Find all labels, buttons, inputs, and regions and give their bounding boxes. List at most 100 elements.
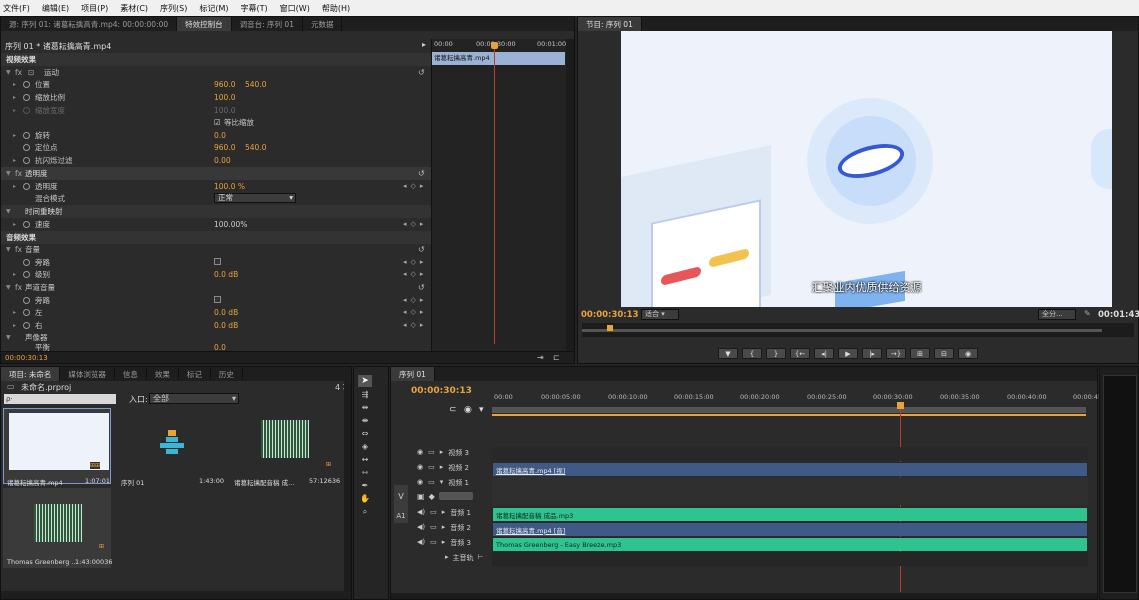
work-area-bar[interactable] [492,414,1086,416]
speaker-icon[interactable]: ◀) [417,538,425,548]
reset-icon[interactable]: ↺ [418,68,425,77]
timeline-hscroll[interactable] [391,593,1097,599]
tab-markers[interactable]: 标记 [179,367,211,381]
keyframe-nav-icon[interactable]: ◂◇▸ [403,296,427,304]
keyframe-nav-icon[interactable]: ◂◇▸ [403,270,427,278]
audio-clip-3[interactable]: Thomas Greenberg - Easy Breeze.mp3 [493,538,1087,551]
stopwatch-icon[interactable] [23,143,30,151]
row-panner-header[interactable]: ▼ 声像器 [1,331,431,344]
row-time-remap[interactable]: ▼ 时间重映射 [1,205,431,218]
keyframe-nav-icon[interactable]: ◂◇▸ [403,308,427,316]
menu-window[interactable]: 窗口(W) [280,3,310,14]
program-scrubber[interactable] [582,323,1134,337]
tab-history[interactable]: 历史 [211,367,243,381]
tab-effects[interactable]: 效果 [147,367,179,381]
slip-tool-icon[interactable]: ↔ [358,454,372,466]
fit-select[interactable]: 适合 ▾ [641,309,679,320]
keyframe-selector[interactable] [438,492,473,500]
eye-icon[interactable]: ◉ [417,478,423,488]
scale-value[interactable]: 100.0 [214,93,235,102]
export-frame-button[interactable]: ◉ [958,348,978,359]
right-value[interactable]: 0.0 dB [214,321,238,330]
menu-title[interactable]: 字幕(T) [241,3,268,14]
lock-icon[interactable]: ▭ [430,508,437,518]
lock-icon[interactable]: ▭ [430,538,437,548]
add-marker-icon[interactable]: ▾ [479,405,484,415]
selection-tool-icon[interactable]: ➤ [358,375,372,387]
resolution-select[interactable]: 全分... [1038,309,1076,320]
menu-sequence[interactable]: 序列(S) [160,3,187,14]
mark-out-button[interactable]: } [766,348,786,359]
stopwatch-icon[interactable] [23,93,30,101]
project-item[interactable] [116,408,224,484]
menu-help[interactable]: 帮助(H) [322,3,350,14]
wrench-icon[interactable]: ✎ [1084,309,1091,318]
sequence-marker-icon[interactable]: ◉ [464,405,472,415]
tab-project[interactable]: 项目: 未命名 [1,367,61,381]
in-select[interactable]: 全部 ▾ [149,393,239,404]
extract-button[interactable]: ⊟ [934,348,954,359]
audio-clip-2[interactable]: 诸葛耘擒高青.mp4 [音] [493,523,1087,536]
go-to-in-button[interactable]: {← [790,348,810,359]
row-motion[interactable]: ▼ fx ⊡ 运动 ↺ [1,66,431,79]
add-marker-button[interactable]: ▼ [718,348,738,359]
stopwatch-icon[interactable] [23,156,30,164]
timeline-playhead-handle[interactable] [897,402,904,409]
opacity-value[interactable]: 100.0 % [214,182,245,191]
track-select-tool-icon[interactable]: ⇶ [358,389,372,401]
menu-marker[interactable]: 标记(M) [199,3,228,14]
play-button[interactable]: ▶ [838,348,858,359]
eye-icon[interactable]: ◉ [417,448,423,458]
go-to-out-button[interactable]: →} [886,348,906,359]
mini-clip[interactable]: 诸葛耘擒高青.mp4 [432,52,565,65]
row-opacity-header[interactable]: ▼ fx 透明度 ↺ [1,167,431,180]
mark-in-button[interactable]: { [742,348,762,359]
video-clip[interactable]: 诸葛耘擒高青.mp4 [视] [493,463,1087,476]
razor-tool-icon[interactable]: ◈ [358,441,372,453]
keyframe-nav-icon[interactable]: ◂◇▸ [403,220,427,228]
keyframe-nav-icon[interactable]: ◂◇▸ [403,321,427,329]
rolling-edit-tool-icon[interactable]: ⇼ [358,415,372,427]
stopwatch-icon[interactable] [23,296,30,304]
rotation-value[interactable]: 0.0 [214,131,226,140]
stopwatch-icon[interactable] [23,308,30,316]
project-item[interactable]: ⊞⊞ [3,408,111,484]
menu-edit[interactable]: 编辑(E) [42,3,69,14]
display-style-icon[interactable]: ▣ [417,492,425,501]
speaker-icon[interactable]: ◀) [417,508,425,518]
stopwatch-icon[interactable] [23,270,30,278]
step-back-button[interactable]: ◂| [814,348,834,359]
lift-button[interactable]: ⊞ [910,348,930,359]
tab-source[interactable]: 源: 序列 01: 诸葛耘擒高青.mp4: 00:00:00:00 [1,17,178,31]
reset-icon[interactable]: ↺ [418,245,425,254]
menu-file[interactable]: 文件(F) [3,3,30,14]
tab-info[interactable]: 信息 [115,367,147,381]
menu-clip[interactable]: 素材(C) [120,3,148,14]
stopwatch-icon[interactable] [23,321,30,329]
project-scrollbar[interactable] [344,381,351,591]
left-value[interactable]: 0.0 dB [214,308,238,317]
audio-clip-1[interactable]: 诸葛耘擒配音稿 成品.mp3 [493,508,1087,521]
ec-timecode[interactable]: 00:00:30:13 [5,354,48,362]
audio-target-tag[interactable]: A1 [394,509,408,523]
ripple-edit-tool-icon[interactable]: ⇹ [358,402,372,414]
toggle-icon[interactable]: ⊏ [553,353,560,362]
speed-value[interactable]: 100.00% [214,220,247,229]
position-y[interactable]: 540.0 [245,80,266,89]
project-item[interactable]: ⊞ [230,408,338,484]
uniform-scale-checkbox[interactable]: ☑ [214,118,221,127]
bypass-checkbox[interactable] [214,258,221,265]
ec-scrollbar[interactable] [566,39,574,359]
snap-icon[interactable]: ⊂ [449,405,457,415]
keyframe-icon[interactable]: ◆ [429,492,435,501]
position-x[interactable]: 960.0 [214,80,235,89]
keyframe-nav-icon[interactable]: ◂◇▸ [403,258,427,266]
pen-tool-icon[interactable]: ✒ [358,480,372,492]
tab-media-browser[interactable]: 媒体浏览器 [60,367,115,381]
anchor-x[interactable]: 960.0 [214,143,235,152]
flicker-value[interactable]: 0.00 [214,156,231,165]
step-forward-button[interactable]: |▸ [862,348,882,359]
row-volume-header[interactable]: ▼ fx 音量 ↺ [1,243,431,256]
tab-audio-mixer[interactable]: 调音台: 序列 01 [232,17,303,31]
lock-icon[interactable]: ▭ [428,463,435,473]
